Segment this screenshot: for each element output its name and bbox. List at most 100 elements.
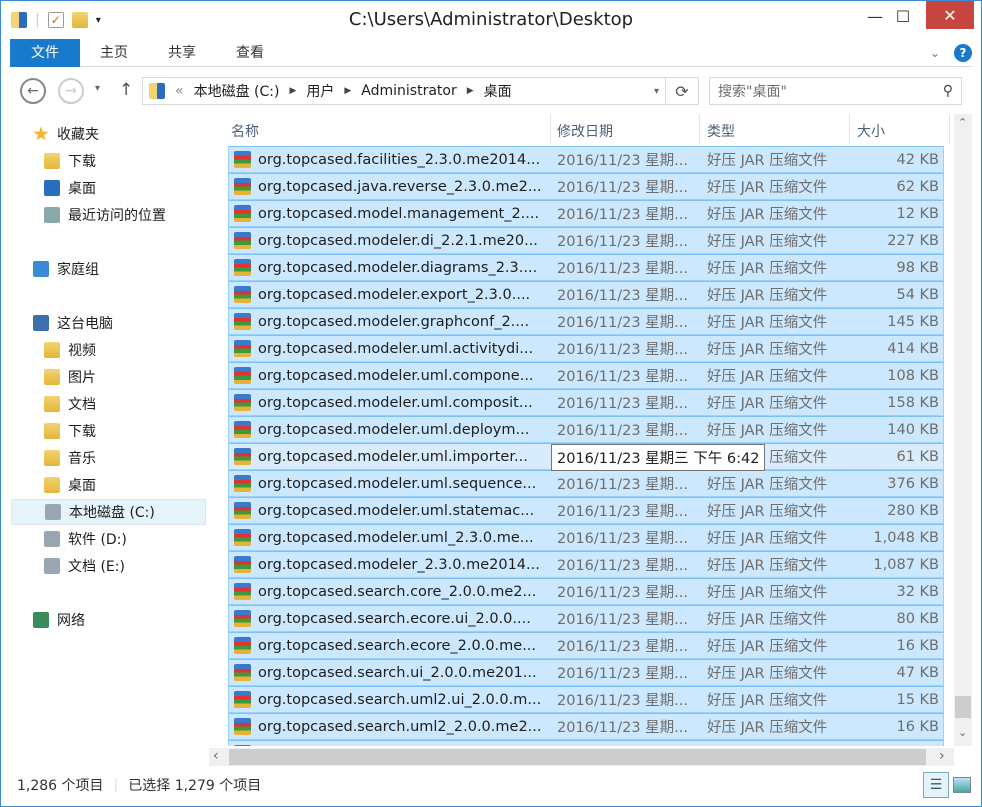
maximize-button[interactable]: ☐: [880, 1, 926, 31]
nav-item[interactable]: 最近访问的位置: [11, 202, 206, 228]
vertical-scrollbar[interactable]: ⌃ ⌄: [954, 114, 972, 746]
breadcrumb-desktop[interactable]: 桌面: [484, 81, 512, 101]
nav-item[interactable]: 这台电脑: [11, 310, 206, 336]
nav-item[interactable]: 图片: [11, 364, 206, 390]
forward-button[interactable]: →: [58, 78, 84, 104]
nav-item[interactable]: 收藏夹: [11, 121, 206, 147]
nav-item[interactable]: 桌面: [11, 472, 206, 498]
horizontal-scrollbar[interactable]: ‹ ›: [209, 748, 954, 766]
tab-share[interactable]: 共享: [148, 39, 216, 67]
refresh-button[interactable]: ⟳: [665, 77, 699, 105]
file-type: 好压 JAR 压缩文件: [707, 504, 828, 520]
address-bar[interactable]: « 本地磁盘 (C:) ▶ 用户 ▶ Administrator ▶ 桌面 ▾: [142, 77, 666, 105]
file-row[interactable]: org.topcased.modeler.uml.compone... 2016…: [228, 362, 944, 389]
large-icons-view-button[interactable]: [953, 777, 971, 793]
nav-item[interactable]: 桌面: [11, 175, 206, 201]
scroll-left-icon[interactable]: ‹: [213, 748, 219, 764]
file-type: 好压 JAR 压缩文件: [707, 315, 828, 331]
file-row[interactable]: org.topcased.modeler.uml.deploym... 2016…: [228, 416, 944, 443]
folder-icon: [44, 369, 60, 385]
file-type: 好压 JAR 压缩文件: [707, 423, 828, 439]
file-row[interactable]: org.topcased.modeler.uml.composit... 201…: [228, 389, 944, 416]
chevron-right-icon[interactable]: ▶: [467, 86, 474, 96]
overflow-chevron[interactable]: «: [175, 83, 184, 99]
file-date: 2016/11/23 星期...: [557, 234, 689, 250]
search-input[interactable]: 搜索"桌面" ⚲: [709, 77, 962, 105]
homegroup-icon: [33, 261, 49, 277]
column-size[interactable]: 大小: [857, 121, 885, 141]
file-row[interactable]: org.topcased.modeler.export_2.3.0.... 20…: [228, 281, 944, 308]
breadcrumb-administrator[interactable]: Administrator: [361, 83, 456, 99]
nav-item[interactable]: 下载: [11, 148, 206, 174]
scroll-down-icon[interactable]: ⌄: [958, 726, 967, 739]
file-row[interactable]: org.topcased.modeler_2.3.0.me2014... 201…: [228, 551, 944, 578]
chevron-right-icon[interactable]: ▶: [344, 86, 351, 96]
nav-item[interactable]: 本地磁盘 (C:): [11, 499, 206, 525]
nav-item-label: 这台电脑: [57, 316, 113, 332]
file-row-partial[interactable]: [228, 740, 944, 746]
jar-archive-icon: [234, 205, 251, 222]
up-button[interactable]: ↑: [119, 80, 133, 100]
back-button[interactable]: ←: [20, 78, 46, 104]
nav-item[interactable]: 文档: [11, 391, 206, 417]
tab-file[interactable]: 文件: [10, 39, 80, 67]
nav-item[interactable]: 网络: [11, 607, 206, 633]
file-row[interactable]: org.topcased.search.ui_2.0.0.me201... 20…: [228, 659, 944, 686]
file-date: 2016/11/23 星期...: [557, 423, 689, 439]
horizontal-scroll-thumb[interactable]: [229, 749, 926, 765]
nav-item[interactable]: 文档 (E:): [11, 553, 206, 579]
file-size: 42 KB: [896, 151, 939, 168]
breadcrumb-drive[interactable]: 本地磁盘 (C:): [194, 81, 280, 101]
vertical-scroll-thumb[interactable]: [955, 696, 971, 718]
folder-icon: [44, 423, 60, 439]
file-row[interactable]: org.topcased.modeler.di_2.2.1.me20... 20…: [228, 227, 944, 254]
help-icon[interactable]: ?: [954, 43, 972, 62]
nav-item-label: 软件 (D:): [68, 532, 127, 548]
search-icon[interactable]: ⚲: [943, 83, 953, 99]
tab-home[interactable]: 主页: [80, 39, 148, 67]
recent-locations-icon[interactable]: ▾: [95, 83, 100, 94]
folder-icon: [44, 342, 60, 358]
file-size: 32 KB: [896, 583, 939, 600]
file-row[interactable]: org.topcased.model.management_2.... 2016…: [228, 200, 944, 227]
file-row[interactable]: org.topcased.search.ecore.ui_2.0.0.... 2…: [228, 605, 944, 632]
column-date[interactable]: 修改日期: [557, 121, 613, 141]
nav-item[interactable]: 视频: [11, 337, 206, 363]
nav-item[interactable]: 音乐: [11, 445, 206, 471]
file-row[interactable]: org.topcased.modeler.diagrams_2.3.... 20…: [228, 254, 944, 281]
file-row[interactable]: org.topcased.java.reverse_2.3.0.me2... 2…: [228, 173, 944, 200]
file-row[interactable]: org.topcased.modeler.graphconf_2.... 201…: [228, 308, 944, 335]
file-row[interactable]: org.topcased.search.uml2.ui_2.0.0.m... 2…: [228, 686, 944, 713]
jar-archive-icon: [234, 151, 251, 168]
file-type: 好压 JAR 压缩文件: [707, 612, 828, 628]
details-view-button[interactable]: ☰: [923, 772, 949, 798]
column-type[interactable]: 类型: [707, 121, 735, 141]
address-dropdown-icon[interactable]: ▾: [654, 86, 659, 97]
expand-ribbon-icon[interactable]: ⌄: [930, 46, 940, 60]
scroll-up-icon[interactable]: ⌃: [958, 116, 967, 129]
file-row[interactable]: org.topcased.facilities_2.3.0.me2014... …: [228, 146, 944, 173]
file-row[interactable]: org.topcased.search.core_2.0.0.me2... 20…: [228, 578, 944, 605]
file-row[interactable]: org.topcased.modeler.uml_2.3.0.me... 201…: [228, 524, 944, 551]
breadcrumb-users[interactable]: 用户: [306, 81, 334, 101]
tab-view[interactable]: 查看: [216, 39, 284, 67]
chevron-right-icon[interactable]: ▶: [289, 86, 296, 96]
file-size: 158 KB: [887, 394, 939, 411]
file-row[interactable]: org.topcased.modeler.uml.statemac... 201…: [228, 497, 944, 524]
ribbon-tabs: 文件 主页 共享 查看 ⌄ ?: [10, 39, 972, 67]
file-type: 好压 JAR 压缩文件: [707, 720, 828, 736]
nav-item-label: 文档 (E:): [68, 559, 125, 575]
nav-item[interactable]: 下载: [11, 418, 206, 444]
file-name: org.topcased.java.reverse_2.3.0.me2...: [258, 178, 542, 195]
nav-item[interactable]: 软件 (D:): [11, 526, 206, 552]
close-button[interactable]: ✕: [926, 1, 974, 29]
file-row[interactable]: org.topcased.search.ecore_2.0.0.me... 20…: [228, 632, 944, 659]
file-row[interactable]: org.topcased.search.uml2_2.0.0.me2... 20…: [228, 713, 944, 740]
nav-item-label: 桌面: [68, 478, 96, 494]
column-name[interactable]: 名称: [231, 121, 259, 141]
file-row[interactable]: org.topcased.modeler.uml.sequence... 201…: [228, 470, 944, 497]
nav-item[interactable]: 家庭组: [11, 256, 206, 282]
scroll-right-icon[interactable]: ›: [939, 748, 945, 764]
date-tooltip: 2016/11/23 星期三 下午 6:42: [551, 444, 766, 471]
file-row[interactable]: org.topcased.modeler.uml.activitydi... 2…: [228, 335, 944, 362]
